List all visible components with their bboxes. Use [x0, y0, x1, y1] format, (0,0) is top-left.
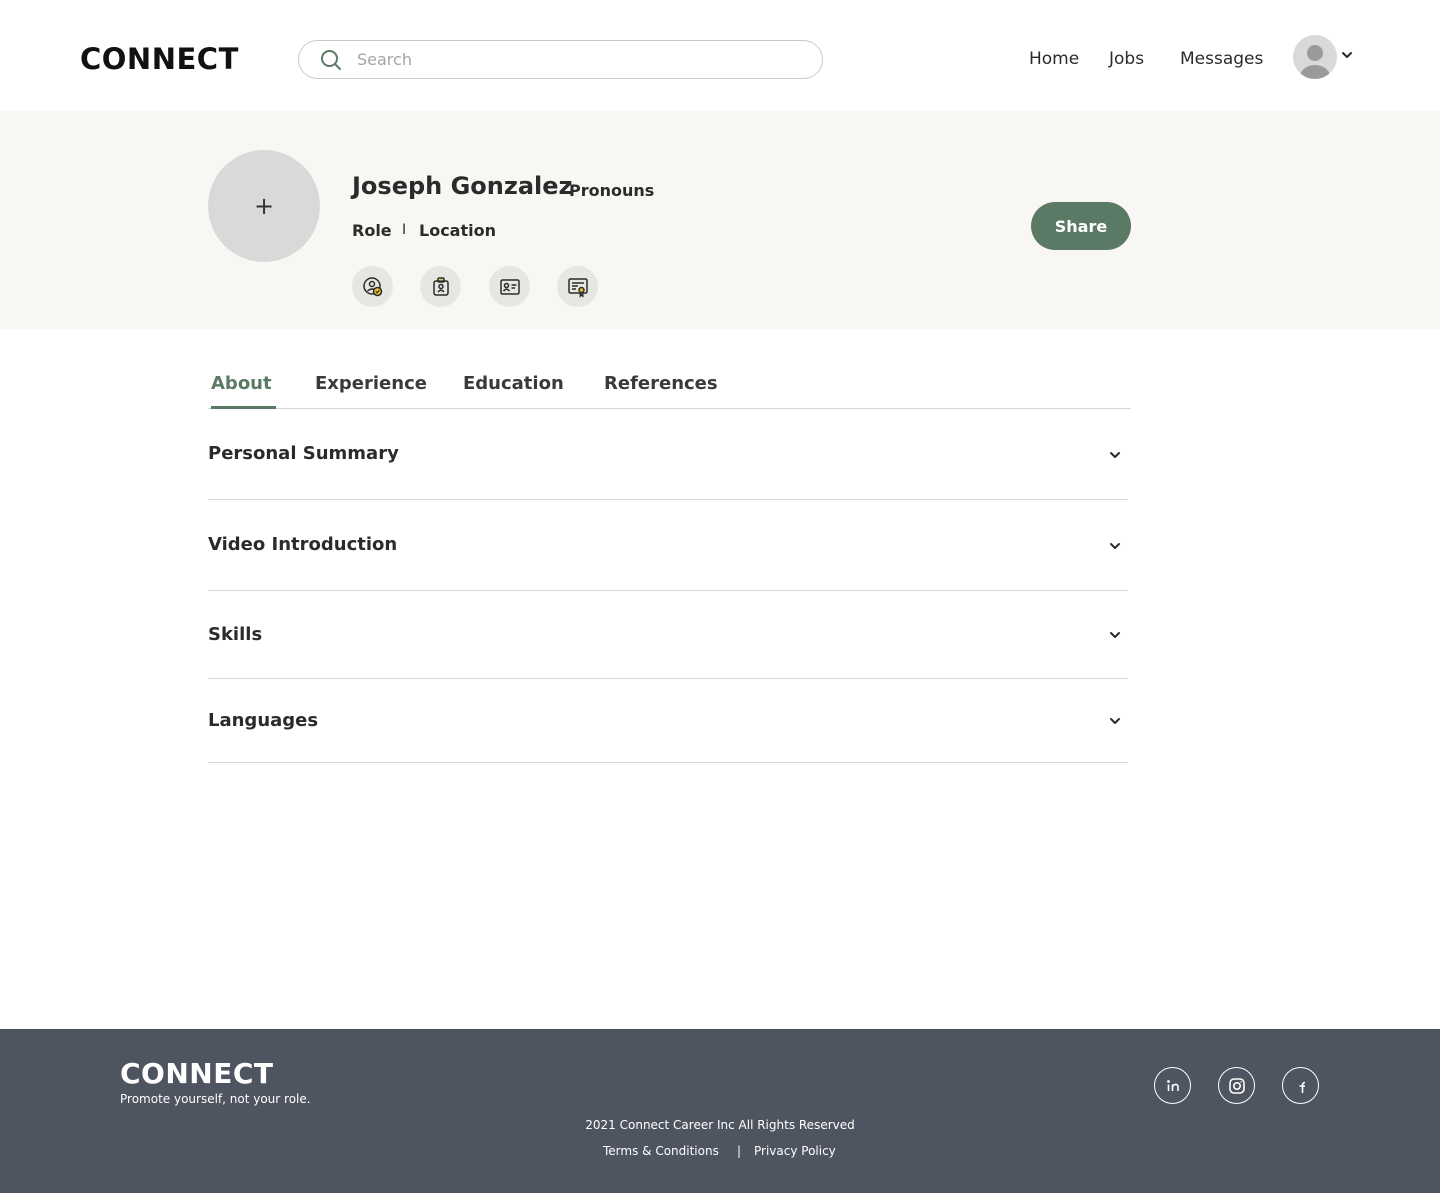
- privacy-link[interactable]: Privacy Policy: [754, 1144, 836, 1158]
- section-languages[interactable]: Languages: [208, 679, 1128, 763]
- id-card-icon: [499, 278, 520, 295]
- badge-verified[interactable]: [352, 266, 393, 307]
- page-footer: CONNECT Promote yourself, not your role.…: [0, 1029, 1440, 1193]
- section-video-introduction[interactable]: Video Introduction: [208, 500, 1128, 591]
- role-location-separator: I: [402, 222, 407, 238]
- footer-logo[interactable]: CONNECT: [120, 1057, 274, 1090]
- facebook-icon: [1299, 1081, 1305, 1093]
- profile-location: Location: [419, 221, 496, 240]
- tab-references[interactable]: References: [604, 373, 718, 394]
- profile-tabs: About Experience Education References: [208, 360, 1131, 409]
- section-personal-summary[interactable]: Personal Summary: [208, 409, 1128, 500]
- id-badge-icon: [432, 276, 449, 296]
- user-avatar[interactable]: [1293, 35, 1337, 79]
- avatar-head: [1307, 45, 1323, 61]
- chevron-down-icon[interactable]: [1108, 448, 1122, 462]
- logo[interactable]: CONNECT: [80, 42, 239, 76]
- share-button[interactable]: Share: [1031, 202, 1131, 250]
- chevron-down-icon[interactable]: [1108, 539, 1122, 553]
- badge-certificate[interactable]: [557, 266, 598, 307]
- tab-about[interactable]: About: [211, 373, 272, 394]
- search-icon: [321, 49, 341, 70]
- profile-name: Joseph Gonzalez: [352, 172, 573, 200]
- nav-home[interactable]: Home: [1029, 49, 1079, 69]
- nav-jobs[interactable]: Jobs: [1109, 49, 1144, 69]
- verified-user-icon: [362, 276, 382, 296]
- add-photo-icon: +: [253, 192, 275, 220]
- chevron-down-icon[interactable]: [1340, 48, 1354, 62]
- tab-education[interactable]: Education: [463, 373, 564, 394]
- social-facebook[interactable]: [1282, 1067, 1319, 1104]
- tab-experience[interactable]: Experience: [315, 373, 427, 394]
- terms-link[interactable]: Terms & Conditions: [603, 1144, 719, 1158]
- profile-pronouns: Pronouns: [569, 181, 655, 200]
- nav-messages[interactable]: Messages: [1180, 49, 1263, 69]
- badge-id[interactable]: [420, 266, 461, 307]
- footer-links: Terms & Conditions | Privacy Policy: [603, 1144, 836, 1158]
- section-title: Skills: [208, 624, 263, 645]
- avatar-body: [1300, 65, 1330, 79]
- footer-link-separator: |: [737, 1144, 742, 1158]
- profile-photo-upload[interactable]: +: [208, 150, 320, 262]
- badge-card[interactable]: [489, 266, 530, 307]
- section-skills[interactable]: Skills: [208, 591, 1128, 679]
- profile-role: Role: [352, 221, 392, 240]
- search-bar[interactable]: [298, 40, 823, 79]
- top-header: CONNECT Home Jobs Messages: [0, 0, 1440, 111]
- section-title: Languages: [208, 710, 319, 731]
- footer-copyright: 2021 Connect Career Inc All Rights Reser…: [585, 1118, 855, 1132]
- instagram-icon: [1228, 1077, 1245, 1094]
- chevron-down-icon[interactable]: [1108, 628, 1122, 642]
- certificate-icon: [567, 277, 588, 298]
- section-title: Video Introduction: [208, 534, 398, 555]
- social-linkedin[interactable]: [1154, 1067, 1191, 1104]
- section-title: Personal Summary: [208, 443, 399, 464]
- footer-tagline: Promote yourself, not your role.: [120, 1092, 311, 1106]
- search-input[interactable]: [357, 50, 777, 69]
- social-instagram[interactable]: [1218, 1067, 1255, 1104]
- linkedin-icon: [1166, 1079, 1179, 1091]
- chevron-down-icon[interactable]: [1108, 714, 1122, 728]
